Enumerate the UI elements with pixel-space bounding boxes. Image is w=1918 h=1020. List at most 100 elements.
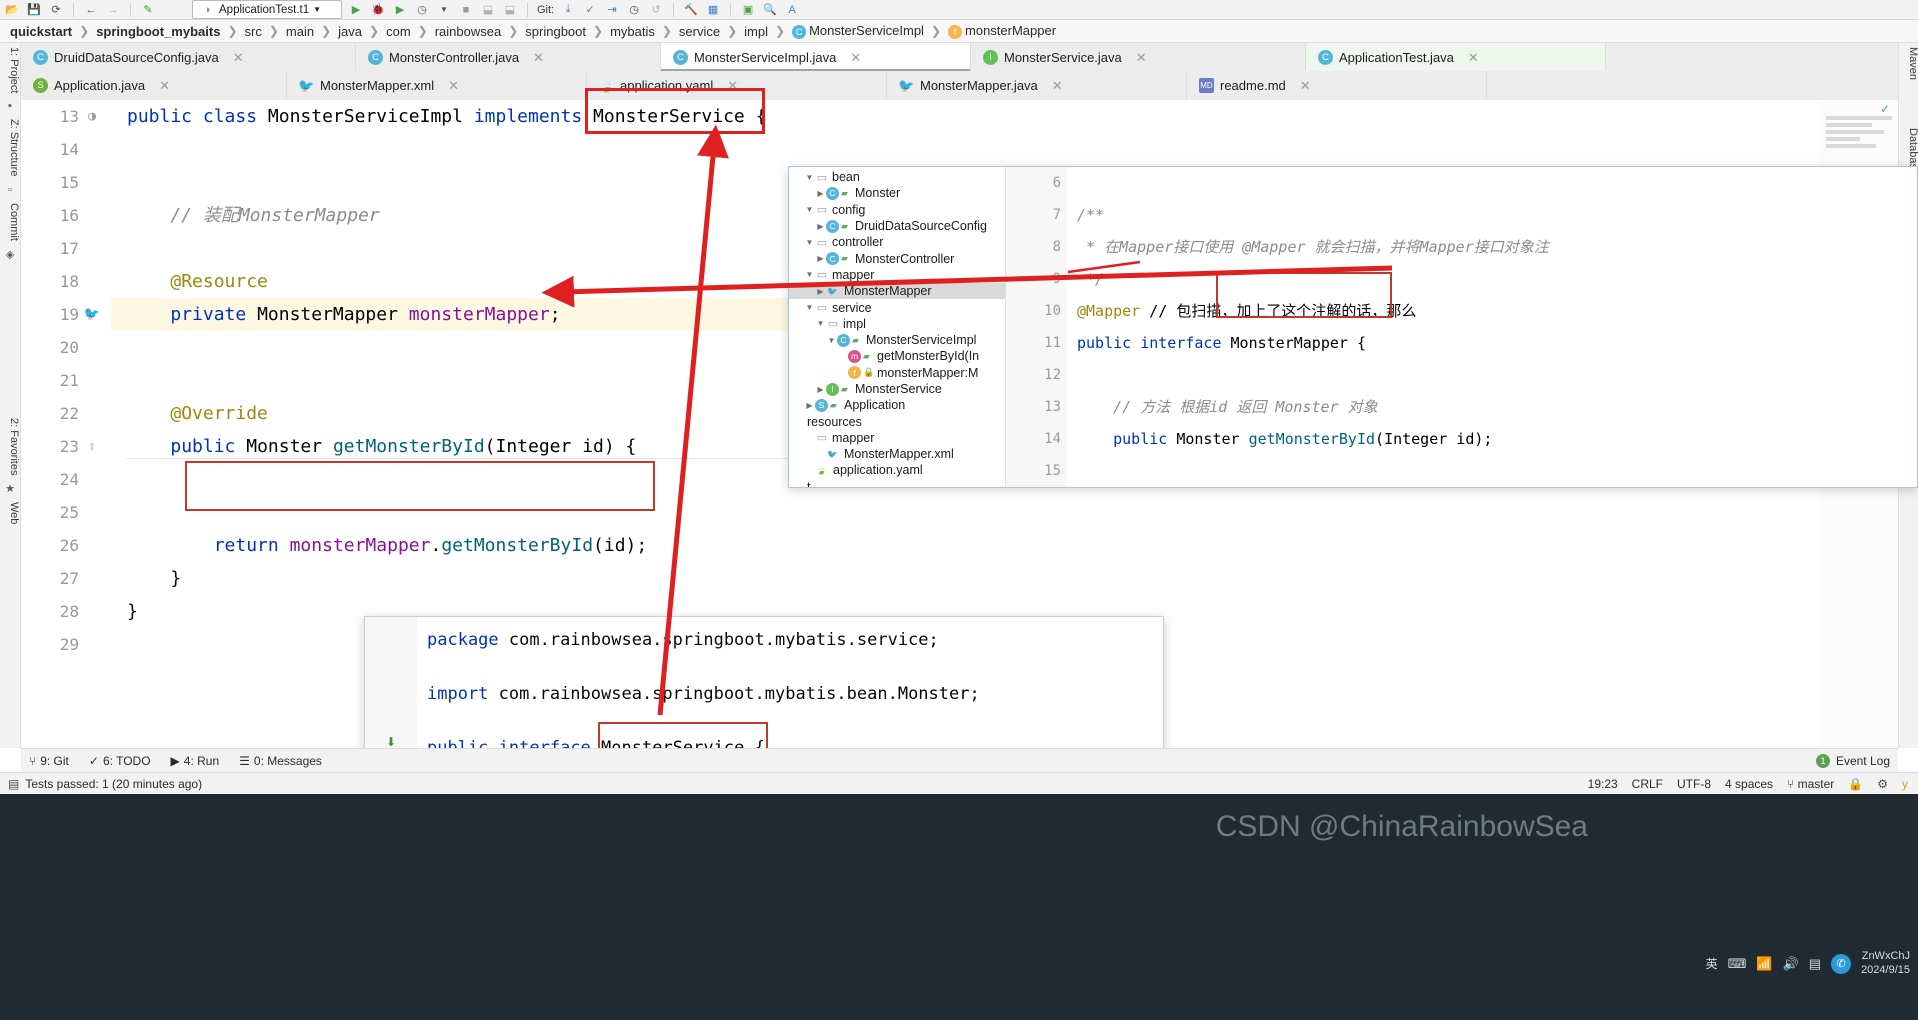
tray-datetime[interactable]: ZnWxChJ 2024/9/15 (1861, 950, 1910, 978)
tree-node[interactable]: ▶C▰MonsterController (789, 250, 1005, 266)
hammer-icon[interactable]: 🔨 (683, 2, 699, 18)
sidebar-item-commit[interactable]: Commit (0, 199, 20, 245)
sidebar-item-maven[interactable]: Maven (1899, 43, 1918, 84)
tree-node[interactable]: ▼▭mapper (789, 267, 1005, 283)
breadcrumb-item-com[interactable]: com (384, 24, 413, 39)
sidebar-item-structure[interactable]: Z: Structure (0, 115, 20, 180)
popup-gutter-line[interactable]: 7 (1006, 199, 1067, 231)
forward-arrow-icon[interactable]: → (105, 2, 121, 18)
popup-code-line[interactable] (1077, 487, 1917, 488)
tree-node[interactable]: ▼▭config (789, 202, 1005, 218)
chevron-down-icon[interactable]: ▼ (804, 238, 815, 247)
close-icon[interactable]: ✕ (533, 50, 544, 66)
service-code-line[interactable]: import com.rainbowsea.springboot.mybatis… (427, 681, 1163, 708)
popup-code-line[interactable] (1077, 359, 1917, 391)
gutter-line[interactable]: 18 (21, 265, 111, 298)
tree-node[interactable]: ▶I▰MonsterService (789, 381, 1005, 397)
gutter-line[interactable]: 23⇧ (21, 430, 111, 463)
caret-position[interactable]: 19:23 (1588, 777, 1618, 791)
close-icon[interactable]: ✕ (1136, 50, 1147, 66)
tree-node[interactable]: 🍃application.yaml (789, 462, 1005, 478)
chevron-right-icon[interactable]: ▶ (815, 222, 826, 231)
breadcrumb-item-impl[interactable]: impl (742, 24, 770, 39)
code-line[interactable]: return monsterMapper.getMonsterById(id); (111, 529, 1881, 562)
breadcrumb-item-mybatis[interactable]: mybatis (608, 24, 657, 39)
save-all-icon[interactable]: 💾 (26, 2, 42, 18)
event-log-label[interactable]: Event Log (1836, 754, 1890, 768)
tree-node[interactable]: ▼▭impl (789, 316, 1005, 332)
service-gutter-line[interactable] (365, 654, 417, 681)
popup-code-line[interactable]: // 方法 根据id 返回 Monster 对象 (1077, 391, 1917, 423)
event-log-area[interactable]: 1 Event Log (1816, 754, 1890, 768)
close-icon[interactable]: ✕ (448, 78, 459, 94)
close-icon[interactable]: ✕ (1300, 78, 1311, 94)
battery-icon[interactable]: ▤ (1809, 956, 1821, 972)
tree-node[interactable]: ▼▭bean (789, 169, 1005, 185)
popup-gutter-line[interactable]: 12 (1006, 359, 1067, 391)
tree-node[interactable]: resources (789, 413, 1005, 429)
breadcrumb-item-src[interactable]: src (243, 24, 264, 39)
service-gutter-line[interactable] (365, 681, 417, 708)
service-gutter-line[interactable] (365, 627, 417, 654)
breadcrumb-item-springboot[interactable]: springboot (523, 24, 588, 39)
lock-icon[interactable]: 🔒 (1848, 777, 1863, 791)
keyboard-icon[interactable]: ⌨ (1728, 956, 1747, 972)
popup-gutter-line[interactable]: 14 (1006, 423, 1067, 455)
chevron-down-icon[interactable]: ▼ (804, 303, 815, 312)
structure-icon[interactable]: ▦ (705, 2, 721, 18)
chevron-down-icon[interactable]: ▼ (804, 205, 815, 214)
indent-setting[interactable]: 4 spaces (1725, 777, 1773, 791)
chevron-right-icon[interactable]: ▶ (815, 189, 826, 198)
gutter-line[interactable]: 27 (21, 562, 111, 595)
service-code-line[interactable]: package com.rainbowsea.springboot.mybati… (427, 627, 1163, 654)
tree-node[interactable]: ▶🐦MonsterMapper (789, 283, 1005, 299)
popup-gutter-line[interactable]: 15 (1006, 455, 1067, 487)
gutter-line[interactable]: 26 (21, 529, 111, 562)
tab-group-icon-2[interactable]: ⬓ (502, 2, 518, 18)
tree-node[interactable]: ▶C▰DruidDataSourceConfig (789, 218, 1005, 234)
profile-icon[interactable]: ◷ (414, 2, 430, 18)
run-anything-icon[interactable]: ▣ (740, 2, 756, 18)
back-arrow-icon[interactable]: ← (83, 2, 99, 18)
tree-node[interactable]: t (789, 479, 1005, 488)
mybatis-icon[interactable]: 🐦 (79, 307, 105, 322)
breadcrumb-item-java[interactable]: java (336, 24, 364, 39)
tree-node[interactable]: m▰getMonsterById(In (789, 348, 1005, 364)
tab-monstermapper-xml[interactable]: 🐦MonsterMapper.xml✕ (287, 71, 587, 100)
sidebar-item-project[interactable]: 1: Project (0, 43, 20, 97)
tab-monstermapper-java[interactable]: 🐦MonsterMapper.java✕ (887, 71, 1187, 100)
push-icon[interactable]: ⇥ (604, 2, 620, 18)
popup-gutter-line[interactable]: 9 (1006, 263, 1067, 295)
close-icon[interactable]: ✕ (233, 50, 244, 66)
tree-node[interactable]: ▼▭controller (789, 234, 1005, 250)
gutter-line[interactable]: 29 (21, 628, 111, 661)
gutter-line[interactable]: 24 (21, 463, 111, 496)
history-icon[interactable]: ◷ (626, 2, 642, 18)
run-coverage-icon[interactable]: ▶ (392, 2, 408, 18)
service-code-line[interactable] (427, 654, 1163, 681)
volume-icon[interactable]: 🔊 (1783, 956, 1799, 972)
tab-application-java[interactable]: SApplication.java✕ (21, 71, 287, 100)
tab-druiddatasourceconfig-java[interactable]: CDruidDataSourceConfig.java✕ (21, 43, 356, 72)
popup-gutter-line[interactable]: 10 (1006, 295, 1067, 327)
inspection-icon[interactable]: ⚙ (1877, 777, 1888, 791)
chevron-down-icon[interactable]: ▼ (436, 2, 452, 18)
wifi-icon[interactable]: 📶 (1756, 956, 1772, 972)
tab-monsterserviceimpl-java[interactable]: CMonsterServiceImpl.java✕ (661, 43, 971, 72)
close-icon[interactable]: ✕ (159, 78, 170, 94)
git-branch-widget[interactable]: ⑂ master (1787, 777, 1834, 791)
popup-gutter-line[interactable]: 13 (1006, 391, 1067, 423)
run-icon[interactable]: ▶ (348, 2, 364, 18)
chevron-down-icon[interactable]: ▼ (804, 270, 815, 279)
chevron-right-icon[interactable]: ▶ (815, 254, 826, 263)
rollback-icon[interactable]: ↺ (648, 2, 664, 18)
toolwindow-git[interactable]: ⑂9: Git (29, 754, 69, 768)
code-line[interactable] (111, 133, 1881, 166)
popup-gutter-line[interactable]: 11 (1006, 327, 1067, 359)
spring-bean-icon[interactable]: ◑ (79, 109, 105, 124)
tree-node[interactable]: ▶C▰Monster (789, 185, 1005, 201)
breadcrumb-item-main[interactable]: main (284, 24, 316, 39)
gutter-line[interactable]: 28 (21, 595, 111, 628)
run-configuration-selector[interactable]: ◑ ApplicationTest.t1 ▼ (192, 0, 342, 19)
breadcrumb-item-monstermapper[interactable]: fmonsterMapper (946, 23, 1058, 39)
